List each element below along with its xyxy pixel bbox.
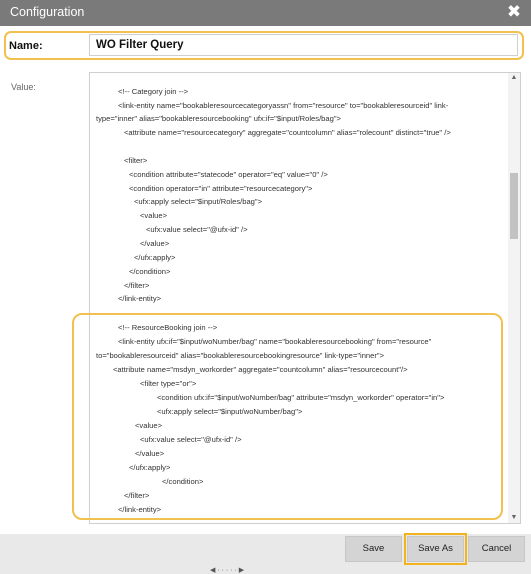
code-line: <condition attribute="statecode" operato… (129, 170, 328, 179)
code-line: to="bookableresourceid" alias="bookabler… (96, 351, 385, 360)
code-line: <ufx:value select="@ufx-id" /> (146, 225, 248, 234)
code-line: <filter> (124, 156, 148, 165)
code-line: <value> (140, 211, 168, 220)
save-as-button[interactable]: Save As (407, 536, 464, 562)
save-button[interactable]: Save (345, 536, 402, 562)
code-line: type="inner" alias="bookableresourcebook… (96, 114, 341, 123)
value-editor[interactable]: <!-- Category join --> <link-entity name… (89, 72, 521, 524)
title-bar: Configuration ✖ (0, 0, 531, 26)
editor-scrollbar[interactable]: ▲ ▼ (508, 73, 520, 523)
underlying-pager: ◀ · · · · · ▶ (210, 567, 245, 574)
close-icon[interactable]: ✖ (505, 2, 523, 22)
code-line: </ufx:apply> (134, 253, 176, 262)
code-line: <link-entity name="bookableresourcecateg… (118, 101, 449, 110)
code-line: </value> (140, 239, 170, 248)
code-line: </condition> (129, 267, 171, 276)
code-line: </condition> (162, 477, 204, 486)
code-line: <ufx:apply select="$input/Roles/bag"> (134, 197, 263, 206)
name-label: Name: (9, 40, 43, 52)
code-line: <filter type="or"> (140, 379, 197, 388)
code-line: <condition operator="in" attribute="reso… (129, 184, 313, 193)
code-line: </link-entity> (118, 294, 162, 303)
code-line: </ufx:apply> (129, 463, 171, 472)
code-line: </value> (135, 449, 165, 458)
code-line: </link-entity> (118, 505, 162, 514)
scroll-down-icon[interactable]: ▼ (508, 513, 520, 523)
scroll-thumb[interactable] (510, 173, 518, 239)
code-line: <!-- ResourceBooking join --> (118, 323, 218, 332)
code-line: <attribute name="resourcecategory" aggre… (124, 128, 451, 137)
value-label: Value: (11, 82, 36, 92)
code-line: <condition ufx:if="$input/woNumber/bag" … (157, 393, 445, 402)
window-title: Configuration (10, 5, 85, 19)
scroll-up-icon[interactable]: ▲ (508, 73, 520, 83)
code-line: <value> (135, 421, 163, 430)
code-line: <!-- Category join --> (118, 87, 189, 96)
code-line: <ufx:value select="@ufx-id" /> (140, 435, 242, 444)
cancel-button[interactable]: Cancel (468, 536, 525, 562)
code-line: </filter> (124, 281, 150, 290)
code-line: <ufx:apply select="$input/woNumber/bag"> (157, 407, 303, 416)
code-line: <attribute name="msdyn_workorder" aggreg… (113, 365, 408, 374)
code-line: </filter> (124, 491, 150, 500)
code-line: <link-entity ufx:if="$input/woNumber/bag… (118, 337, 432, 346)
name-input[interactable] (89, 34, 518, 56)
